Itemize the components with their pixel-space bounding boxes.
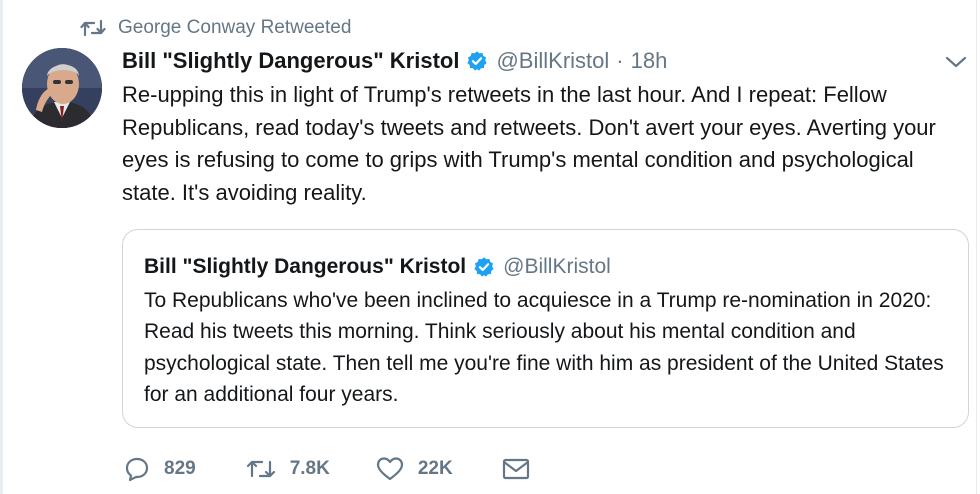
like-button[interactable]: 22K <box>376 456 453 482</box>
retweet-icon <box>80 19 106 37</box>
heart-icon <box>376 457 403 481</box>
quoted-tweet-header: Bill "Slightly Dangerous" Kristol @BillK… <box>144 251 611 283</box>
reply-button[interactable]: 829 <box>124 456 196 482</box>
retweet-button[interactable]: 7.8K <box>246 456 330 482</box>
quoted-tweet-text: To Republicans who've been inclined to a… <box>144 289 944 406</box>
reply-count: 829 <box>164 458 196 479</box>
chevron-down-icon[interactable] <box>944 54 968 70</box>
author-name[interactable]: Bill "Slightly Dangerous" Kristol <box>122 48 459 74</box>
quoted-author-name: Bill "Slightly Dangerous" Kristol <box>144 255 467 278</box>
avatar-image <box>22 48 102 128</box>
retweet-icon <box>246 460 275 478</box>
tweet-text: Re-upping this in light of Trump's retwe… <box>122 82 936 205</box>
left-divider <box>0 0 3 494</box>
tweet-header: Bill "Slightly Dangerous" Kristol @BillK… <box>122 44 667 78</box>
quoted-tweet-card[interactable]: Bill "Slightly Dangerous" Kristol @BillK… <box>122 229 969 428</box>
retweet-count: 7.8K <box>289 458 330 479</box>
right-divider <box>976 0 977 494</box>
reply-icon <box>125 457 149 482</box>
tweet-timestamp[interactable]: 18h <box>631 48 668 74</box>
quoted-author-handle: @BillKristol <box>503 255 611 278</box>
author-handle[interactable]: @BillKristol <box>496 48 609 74</box>
like-count: 22K <box>417 458 453 479</box>
envelope-icon <box>502 458 529 480</box>
retweet-context[interactable]: George Conway Retweeted <box>80 14 351 42</box>
avatar[interactable] <box>22 48 102 128</box>
meta-separator: · <box>616 48 624 73</box>
direct-message-button[interactable] <box>501 456 531 482</box>
retweet-context-label: George Conway Retweeted <box>118 17 352 38</box>
verified-badge-icon <box>474 257 494 277</box>
tweet-actions: 829 7.8K 22K <box>124 452 531 486</box>
verified-badge-icon <box>467 51 488 71</box>
